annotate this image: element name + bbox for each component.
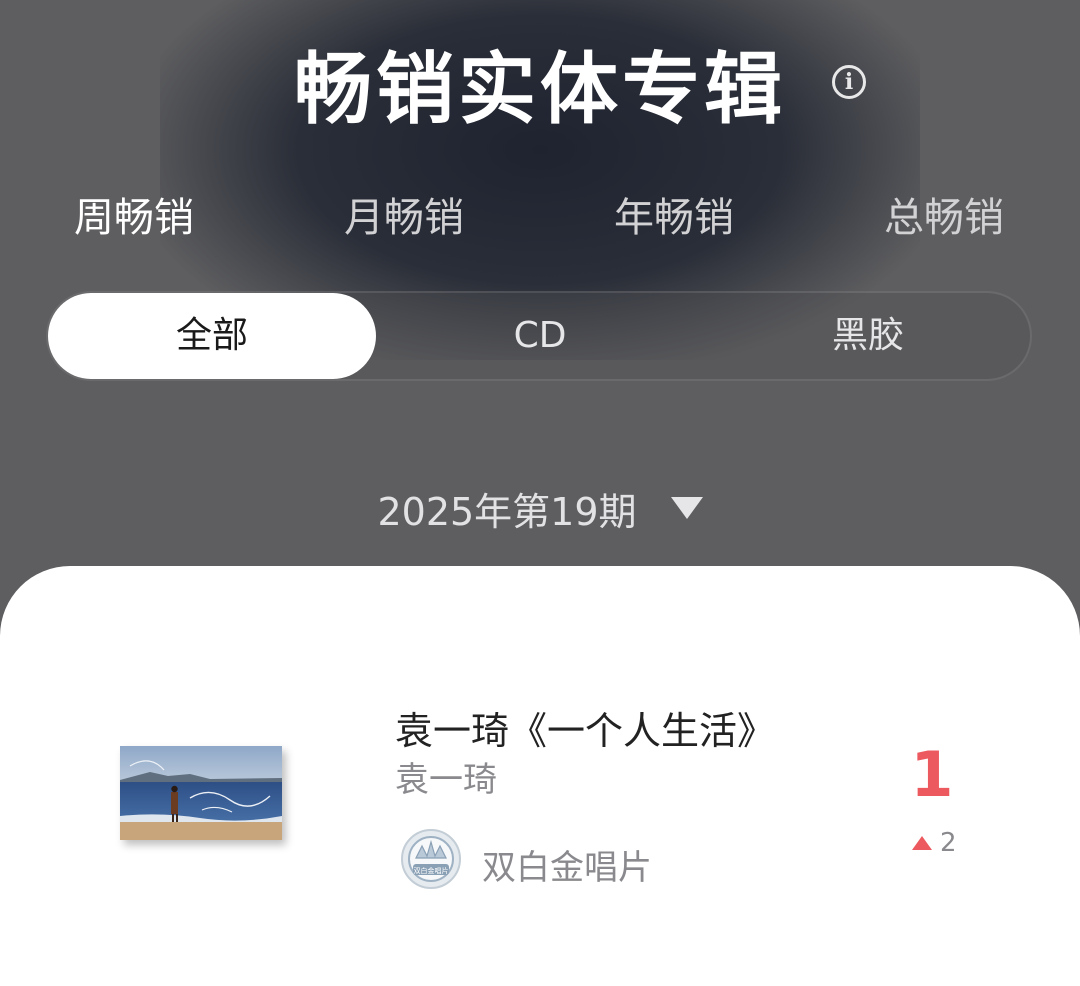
issue-label: 2025年第19期 xyxy=(377,489,637,534)
double-platinum-badge-icon: 双白金唱片 xyxy=(400,828,462,890)
format-filter: 全部 CD 黑胶 xyxy=(46,291,1032,381)
rank-number: 1 xyxy=(910,738,954,811)
album-cover-image xyxy=(120,746,282,840)
tab-weekly[interactable]: 周畅销 xyxy=(34,190,234,246)
rank-change-value: 2 xyxy=(940,828,957,858)
badge-text: 双白金唱片 xyxy=(414,866,449,875)
issue-selector[interactable]: 2025年第19期 xyxy=(0,478,1080,538)
certification-label: 双白金唱片 xyxy=(482,848,652,888)
page-title: 畅销实体专辑 xyxy=(293,45,786,135)
info-icon[interactable]: i xyxy=(832,65,866,99)
tab-all-time[interactable]: 总畅销 xyxy=(844,190,1044,246)
filter-all[interactable]: 全部 xyxy=(48,293,376,379)
caret-down-icon xyxy=(670,497,703,519)
filter-vinyl[interactable]: 黑胶 xyxy=(704,293,1032,379)
rank-change: 2 xyxy=(912,828,957,858)
title-wrap: 畅销实体专辑 i xyxy=(294,51,866,129)
tab-yearly[interactable]: 年畅销 xyxy=(574,190,774,246)
album-cover[interactable] xyxy=(120,746,282,840)
album-artist[interactable]: 袁一琦 xyxy=(395,752,497,801)
chart-list: 袁一琦《一个人生活》 袁一琦 双白金唱片 双白金唱片 1 2 xyxy=(0,566,1080,986)
rank-up-arrow-icon xyxy=(912,836,932,850)
period-tabs: 周畅销 月畅销 年畅销 总畅销 xyxy=(0,190,1080,250)
header: 畅销实体专辑 i xyxy=(0,40,1080,140)
filter-cd[interactable]: CD xyxy=(376,293,704,379)
album-title[interactable]: 袁一琦《一个人生活》 xyxy=(395,700,775,755)
tab-monthly[interactable]: 月畅销 xyxy=(304,190,504,246)
